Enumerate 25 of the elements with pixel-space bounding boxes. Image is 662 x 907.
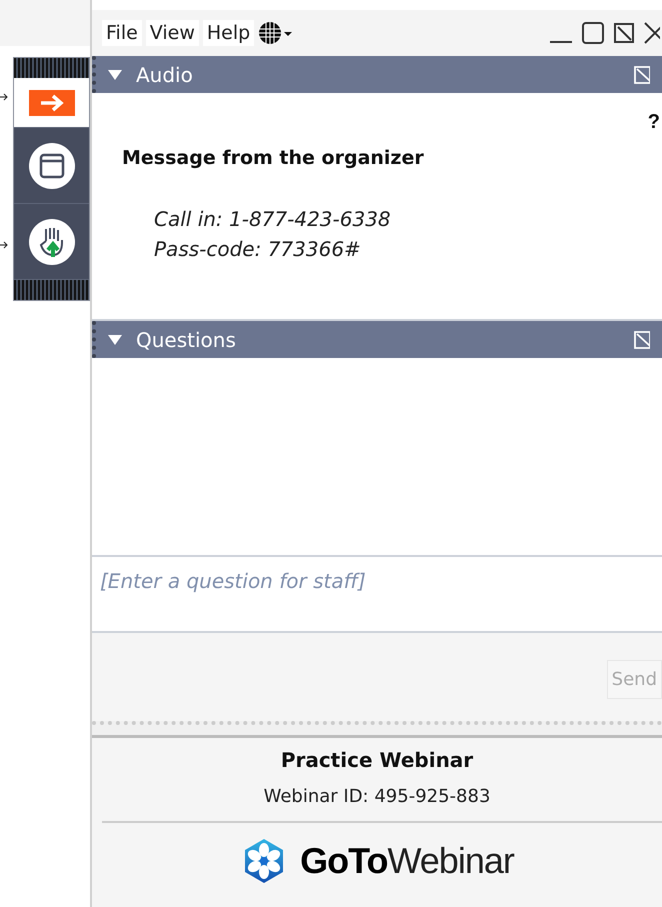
webinar-id: Webinar ID: 495-925-883 — [264, 786, 490, 807]
audio-section-header[interactable]: Audio — [92, 56, 662, 93]
message-line: Call in: 1-877-423-6338 — [154, 207, 392, 231]
collapse-icon — [108, 70, 122, 80]
menu-item[interactable]: Help — [202, 20, 254, 46]
pointer-arrow-icon — [0, 93, 8, 101]
pointer-arrow-icon — [0, 241, 8, 249]
message-heading: Message from the organizer — [122, 147, 425, 169]
popout-icon[interactable] — [614, 23, 634, 43]
maximize-icon[interactable] — [582, 22, 604, 44]
webinar-title: Practice Webinar — [280, 748, 474, 772]
menu-item[interactable]: File — [102, 20, 142, 46]
menu-item[interactable]: View — [146, 20, 199, 46]
help-icon[interactable]: ? — [648, 111, 660, 134]
splitter-handle[interactable] — [92, 721, 662, 738]
window-icon — [28, 142, 74, 188]
collapse-icon — [108, 334, 122, 344]
close-icon[interactable] — [644, 22, 660, 44]
product-logo: GoToWebinar — [300, 840, 514, 882]
message-line: Pass-code: 773366# — [154, 237, 362, 261]
questions-section-header[interactable]: Questions — [92, 321, 662, 358]
grip-handle[interactable] — [14, 280, 89, 300]
language-globe-icon[interactable] — [258, 21, 292, 45]
grip-handle[interactable] — [14, 58, 89, 78]
raise-hand-icon — [28, 218, 74, 264]
